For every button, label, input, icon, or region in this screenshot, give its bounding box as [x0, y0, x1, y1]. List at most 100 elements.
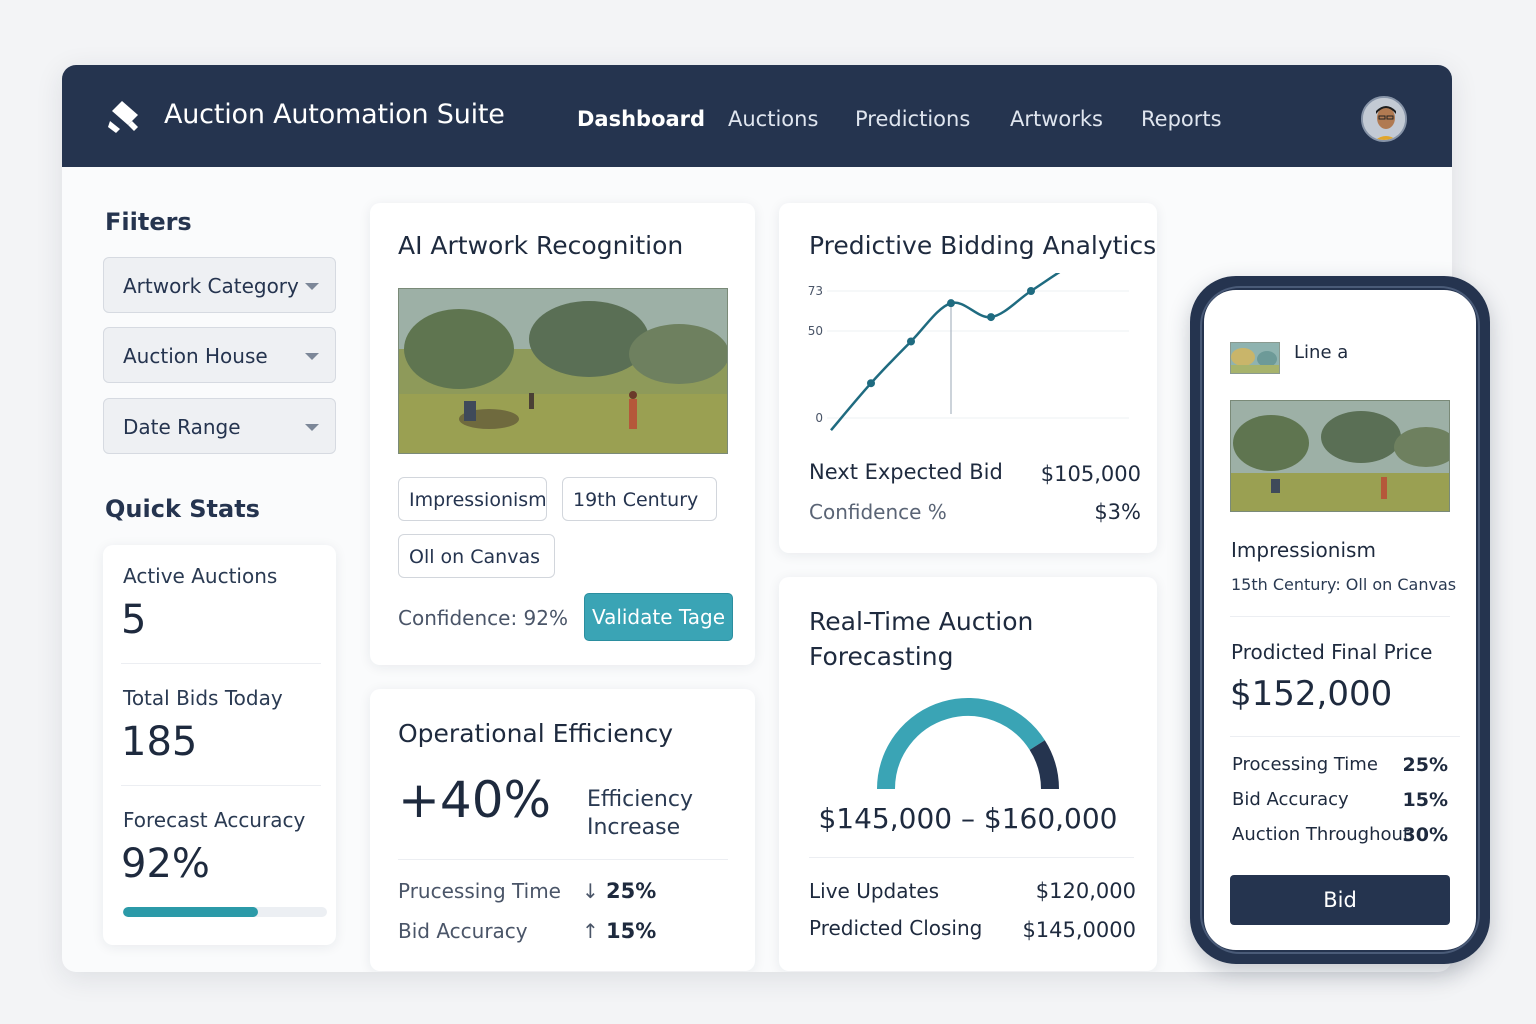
next-bid-value: $105,000	[1040, 462, 1141, 486]
y-tick-label: 0	[815, 411, 823, 425]
stat-label-active-auctions: Active Auctions	[123, 564, 278, 588]
select-label: Artwork Category	[123, 274, 299, 298]
landscape-painting	[1231, 401, 1449, 511]
stat-value-active-auctions: 5	[121, 597, 147, 643]
nav-reports[interactable]: Reports	[1141, 107, 1222, 131]
auction-house-select[interactable]: Auction House	[103, 327, 336, 383]
stat-value-total-bids: 185	[121, 719, 198, 765]
nav-artworks[interactable]: Artworks	[1010, 107, 1103, 131]
efficiency-row-label: Prucessing Time	[398, 879, 561, 903]
live-updates-label: Live Updates	[809, 879, 940, 903]
divider	[121, 663, 321, 664]
efficiency-row-value: 15%	[606, 919, 657, 943]
mobile-preview: Line a Impressionism 15th Century: Oll o…	[1190, 276, 1490, 964]
live-updates-value: $120,000	[1035, 879, 1136, 903]
divider	[398, 859, 728, 860]
y-tick-label: 50	[808, 324, 823, 338]
stat-label-total-bids: Total Bids Today	[123, 686, 283, 710]
series-line	[830, 273, 1061, 431]
data-point[interactable]	[1027, 287, 1035, 295]
real-time-forecasting-card: Real-Time Auction Forecasting $145,000 –…	[779, 577, 1157, 971]
efficiency-row-label: Bid Accuracy	[398, 919, 528, 943]
forecast-title-line1: Real-Time Auction	[809, 607, 1034, 636]
progress-fill	[123, 907, 258, 917]
gauge-remaining-arc	[1029, 740, 1059, 790]
recognition-confidence: Confidence: 92%	[398, 606, 568, 630]
confidence-value: $3%	[1094, 500, 1141, 524]
phone-frame	[1200, 286, 1480, 954]
mobile-style: Impressionism	[1231, 538, 1376, 562]
mobile-row-label: Auction Throughout	[1232, 824, 1410, 845]
mobile-row-value: 15%	[1402, 789, 1448, 811]
quick-stats-title: Quick Stats	[105, 495, 260, 523]
quick-stats-card: Active Auctions 5 Total Bids Today 185 F…	[103, 545, 336, 945]
landscape-painting	[399, 289, 727, 453]
forecast-gauge	[877, 698, 1059, 790]
predicted-price-value: $152,000	[1230, 674, 1393, 714]
divider	[1230, 616, 1450, 617]
forecast-title-line2: Forecasting	[809, 642, 954, 671]
data-point[interactable]	[947, 299, 955, 308]
forecast-accuracy-progress	[123, 907, 327, 917]
predicted-closing-label: Predicted Closing	[809, 916, 983, 940]
nav-predictions[interactable]: Predictions	[855, 107, 970, 131]
efficiency-row-value: 25%	[606, 879, 657, 903]
efficiency-title: Operational Efficiency	[398, 719, 674, 748]
divider	[121, 785, 321, 786]
date-range-select[interactable]: Date Range	[103, 398, 336, 454]
mobile-header-label: Line a	[1294, 342, 1349, 363]
gavel-icon	[108, 101, 138, 133]
tag-19th-century[interactable]: 19th Century	[562, 477, 717, 521]
bid-button[interactable]: Bid	[1230, 875, 1450, 925]
data-point[interactable]	[867, 379, 875, 388]
validate-tags-button[interactable]: Validate Tage	[584, 593, 733, 641]
confidence-label: Confidence %	[809, 500, 947, 524]
thumbnail-painting	[1231, 343, 1279, 373]
predicted-closing-value: $145,0000	[1022, 918, 1136, 942]
arrow-up-icon: ↑	[582, 919, 599, 943]
artwork-recognition-card: AI Artwork Recognition Impressionism 19t…	[370, 203, 755, 665]
nav-dashboard[interactable]: Dashboard	[577, 107, 705, 131]
user-portrait-icon	[1363, 98, 1405, 140]
data-point[interactable]	[907, 337, 915, 346]
nav-auctions[interactable]: Auctions	[728, 107, 818, 131]
user-avatar[interactable]	[1361, 96, 1407, 142]
mobile-details: 15th Century: Oll on Canvas	[1231, 575, 1457, 594]
mobile-row-value: 25%	[1402, 754, 1448, 776]
operational-efficiency-card: Operational Efficiency +40% Efficiency I…	[370, 689, 755, 971]
predictive-title: Predictive Bidding Analytics	[809, 231, 1157, 260]
arrow-down-icon: ↓	[582, 879, 599, 903]
stat-value-forecast-accuracy: 92%	[121, 841, 210, 887]
efficiency-caption-2: Increase	[587, 815, 681, 840]
gauge-filled-arc	[877, 698, 1045, 790]
chevron-down-icon	[305, 424, 319, 431]
top-navigation-bar: Auction Automation Suite Dashboard Aucti…	[62, 65, 1452, 167]
data-point[interactable]	[987, 313, 995, 322]
y-tick-label: 73	[808, 284, 823, 298]
artwork-image[interactable]	[398, 288, 728, 454]
efficiency-big-value: +40%	[398, 771, 552, 829]
divider	[1230, 736, 1460, 737]
predictive-bidding-card: Predictive Bidding Analytics 0 50 73 Next …	[779, 203, 1157, 553]
select-label: Date Range	[123, 415, 241, 439]
mobile-artwork-image[interactable]	[1230, 400, 1450, 512]
artwork-thumbnail[interactable]	[1230, 342, 1280, 374]
efficiency-caption-1: Efficiency	[587, 787, 693, 812]
select-label: Auction House	[123, 344, 268, 368]
mobile-row-label: Processing Time	[1232, 754, 1378, 775]
tag-oil-on-canvas[interactable]: Oll on Canvas	[398, 534, 555, 578]
next-bid-label: Next Expected Bid	[809, 460, 1003, 484]
chevron-down-icon	[305, 353, 319, 360]
filters-title: Fiiters	[105, 208, 192, 236]
tag-impressionism[interactable]: Impressionism	[398, 477, 547, 521]
chevron-down-icon	[305, 283, 319, 290]
bidding-line-chart: 0 50 73	[808, 273, 1129, 431]
recognition-title: AI Artwork Recognition	[398, 231, 684, 260]
mobile-row-value: 30%	[1402, 824, 1448, 846]
stat-label-forecast-accuracy: Forecast Accuracy	[123, 808, 306, 832]
mobile-row-label: Bid Accuracy	[1232, 789, 1349, 810]
predicted-price-label: Prodicted Final Price	[1231, 640, 1433, 664]
divider	[809, 857, 1134, 858]
artwork-category-select[interactable]: Artwork Category	[103, 257, 336, 313]
app-title: Auction Automation Suite	[164, 99, 505, 130]
